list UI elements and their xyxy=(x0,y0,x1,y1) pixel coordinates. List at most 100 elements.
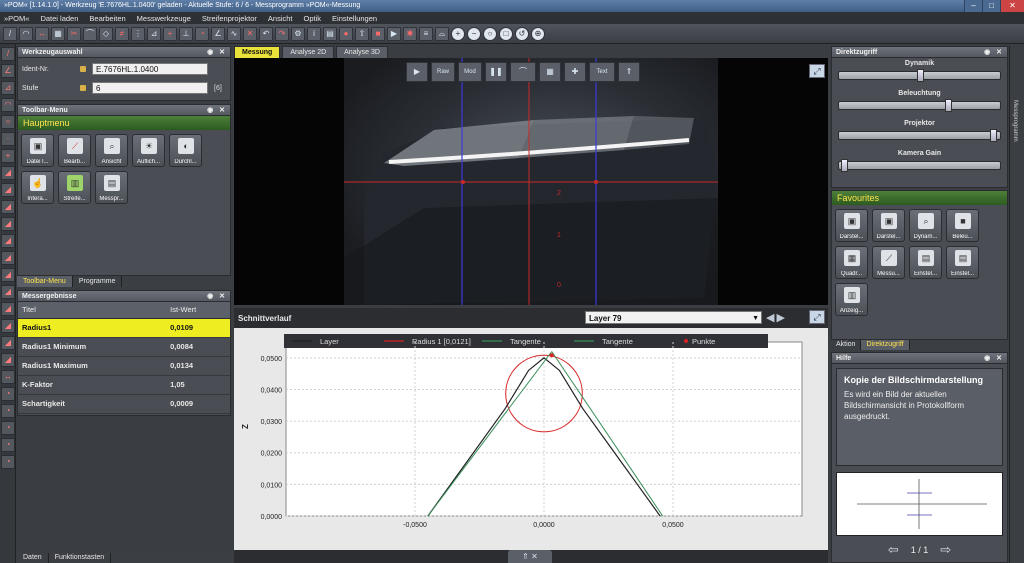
tool-ramp-icon[interactable]: ◢ xyxy=(1,166,15,180)
menu-streifenprojektor[interactable]: Streifenprojektor xyxy=(202,14,257,23)
slider-thumb[interactable] xyxy=(989,129,997,142)
print-icon[interactable]: ▤ xyxy=(323,26,337,41)
compare-icon[interactable]: ≠ xyxy=(115,26,129,41)
pin-icon[interactable]: ◉ ✕ xyxy=(207,47,227,58)
tool-ramp5-icon[interactable]: ◢ xyxy=(1,234,15,248)
fav-quadrant[interactable]: ▦ Quadr... xyxy=(835,246,868,279)
tool-measure-icon[interactable]: ↔ xyxy=(1,370,15,384)
minimize-button[interactable]: – xyxy=(964,0,982,12)
table-row[interactable]: Radius1 0,0109 xyxy=(18,318,230,338)
arc-icon[interactable]: ◠ xyxy=(19,26,33,41)
tab-analyse-2d[interactable]: Analyse 2D xyxy=(282,46,335,58)
menu-datei-laden[interactable]: Datei laden xyxy=(40,14,78,23)
slider-dynamik[interactable]: Dynamik xyxy=(832,58,1007,88)
zoom-fit-icon[interactable]: ○ xyxy=(483,26,497,41)
tool-edge-icon[interactable]: ⊿ xyxy=(1,81,15,95)
tool-line-icon[interactable]: / xyxy=(1,47,15,61)
zoom-in-icon[interactable]: + xyxy=(451,26,465,41)
camera-view[interactable]: 2 1 0 ▶ Raw Mod ❚❚ ⌒ ▦ ✚ Text ⇑ xyxy=(234,58,828,305)
slider-thumb[interactable] xyxy=(841,159,849,172)
tool-ramp3-icon[interactable]: ◢ xyxy=(1,200,15,214)
crosshair-icon[interactable]: ✚ xyxy=(564,62,586,82)
tool-point-icon[interactable]: · xyxy=(1,132,15,146)
fav-einstellung-2[interactable]: ▤ Einstel... xyxy=(946,246,979,279)
table-row[interactable]: Radius1 Maximum 0,0134 xyxy=(18,356,230,376)
fav-anzeige[interactable]: ▥ Anzeig... xyxy=(835,283,868,316)
tab-direktzugriff[interactable]: Direktzugriff xyxy=(861,340,910,350)
marker-icon[interactable]: + xyxy=(163,26,177,41)
play-icon[interactable]: ▶ xyxy=(406,62,428,82)
mark-icon[interactable]: ✱ xyxy=(403,26,417,41)
fit-icon[interactable]: ◇ xyxy=(99,26,113,41)
curve-icon[interactable]: ⌓ xyxy=(435,26,449,41)
tab-programme[interactable]: Programme xyxy=(73,276,123,287)
table-row[interactable]: Schartigkeit 0,0009 xyxy=(18,394,230,414)
tile-messprogramm[interactable]: ▤ Messpr... xyxy=(95,171,128,204)
zoom-all-icon[interactable]: ⊕ xyxy=(531,26,545,41)
tool-ramp4-icon[interactable]: ◢ xyxy=(1,217,15,231)
tab-daten[interactable]: Daten xyxy=(17,553,49,563)
tool-ramp7-icon[interactable]: ◢ xyxy=(1,268,15,282)
fav-darstellung-2[interactable]: ▣ Darstel... xyxy=(872,209,905,242)
tile-datei-laden[interactable]: ▣ Datei l... xyxy=(21,134,54,167)
delete-icon[interactable]: ✕ xyxy=(243,26,257,41)
ruler-icon[interactable]: ⌒ xyxy=(510,62,536,82)
mod-button[interactable]: Mod xyxy=(458,62,482,82)
tile-streifenprojektor[interactable]: ▥ Streife... xyxy=(58,171,91,204)
tab-messung[interactable]: Messung xyxy=(234,46,281,58)
fav-einstellung-1[interactable]: ▤ Einstel... xyxy=(909,246,942,279)
tool-gauge3-icon[interactable]: ◔ xyxy=(1,421,15,435)
tool-ramp9-icon[interactable]: ◢ xyxy=(1,302,15,316)
tool-ramp11-icon[interactable]: ◢ xyxy=(1,336,15,350)
close-button[interactable]: ✕ xyxy=(1000,0,1024,12)
stufe-select[interactable]: 6 xyxy=(92,82,208,94)
slider-track[interactable] xyxy=(838,101,1001,110)
grid-icon[interactable]: ▦ xyxy=(539,62,561,82)
tile-bearbeiten[interactable]: ⟋ Bearb... xyxy=(58,134,91,167)
layer-select[interactable]: Layer 79 ▼ xyxy=(585,311,762,324)
pause-icon[interactable]: ❚❚ xyxy=(485,62,507,82)
tile-durchlicht[interactable]: ◐ Durchl... xyxy=(169,134,202,167)
expand-chart-icon[interactable]: ⤢ xyxy=(809,310,825,324)
tile-ansicht[interactable]: ⌕ Ansicht xyxy=(95,134,128,167)
ident-input[interactable]: E.7676HL.1.0400 xyxy=(92,63,208,75)
angle-icon[interactable]: ∠ xyxy=(211,26,225,41)
spline-icon[interactable]: ∿ xyxy=(227,26,241,41)
tool-angle-icon[interactable]: ∠ xyxy=(1,64,15,78)
play-icon[interactable]: ▶ xyxy=(387,26,401,41)
table-row[interactable]: K-Faktor 1,05 xyxy=(18,375,230,395)
text-button[interactable]: Text xyxy=(589,62,615,82)
slider-beleuchtung[interactable]: Beleuchtung xyxy=(832,88,1007,118)
pin-icon[interactable]: ◉ ✕ xyxy=(207,105,227,116)
menu-optik[interactable]: Optik xyxy=(304,14,322,23)
tab-analyse-3d[interactable]: Analyse 3D xyxy=(336,46,388,58)
fav-dynamik[interactable]: ⌕ Dynam... xyxy=(909,209,942,242)
tab-aktion[interactable]: Aktion xyxy=(831,340,862,350)
profile-icon[interactable]: ⌒ xyxy=(83,26,97,41)
tool-cross-icon[interactable]: + xyxy=(1,149,15,163)
undo-icon[interactable]: ↶ xyxy=(259,26,273,41)
tool-ramp10-icon[interactable]: ◢ xyxy=(1,319,15,333)
tab-funktionstasten[interactable]: Funktionstasten xyxy=(49,553,112,563)
record-icon[interactable]: ● xyxy=(339,26,353,41)
stop-icon[interactable]: ■ xyxy=(371,26,385,41)
settings-icon[interactable]: ⚙ xyxy=(291,26,305,41)
fav-messung[interactable]: ⟋ Messu... xyxy=(872,246,905,279)
menu-ansicht[interactable]: Ansicht xyxy=(268,14,293,23)
fav-darstellung-1[interactable]: ▣ Darstel... xyxy=(835,209,868,242)
collapse-up-icon[interactable]: ⇑ ✕ xyxy=(508,550,552,563)
prev-arrow-icon[interactable]: ◀ xyxy=(766,312,776,324)
zoom-out-icon[interactable]: − xyxy=(467,26,481,41)
tile-interaktiv[interactable]: ☝ Intera... xyxy=(21,171,54,204)
collapse-up-icon[interactable]: ⇑ xyxy=(618,62,640,82)
slider-projektor[interactable]: Projektor xyxy=(832,118,1007,148)
slider-thumb[interactable] xyxy=(945,99,953,112)
expand-camera-icon[interactable]: ⤢ xyxy=(809,64,825,78)
tool-gauge5-icon[interactable]: ◔ xyxy=(1,455,15,469)
slider-track[interactable] xyxy=(838,161,1001,170)
zoom-window-icon[interactable]: □ xyxy=(499,26,513,41)
menu-bearbeiten[interactable]: Bearbeiten xyxy=(89,14,125,23)
tool-gauge2-icon[interactable]: ◔ xyxy=(1,404,15,418)
pin-icon[interactable]: ◉ ✕ xyxy=(984,353,1004,364)
layer-icon[interactable]: ≡ xyxy=(419,26,433,41)
